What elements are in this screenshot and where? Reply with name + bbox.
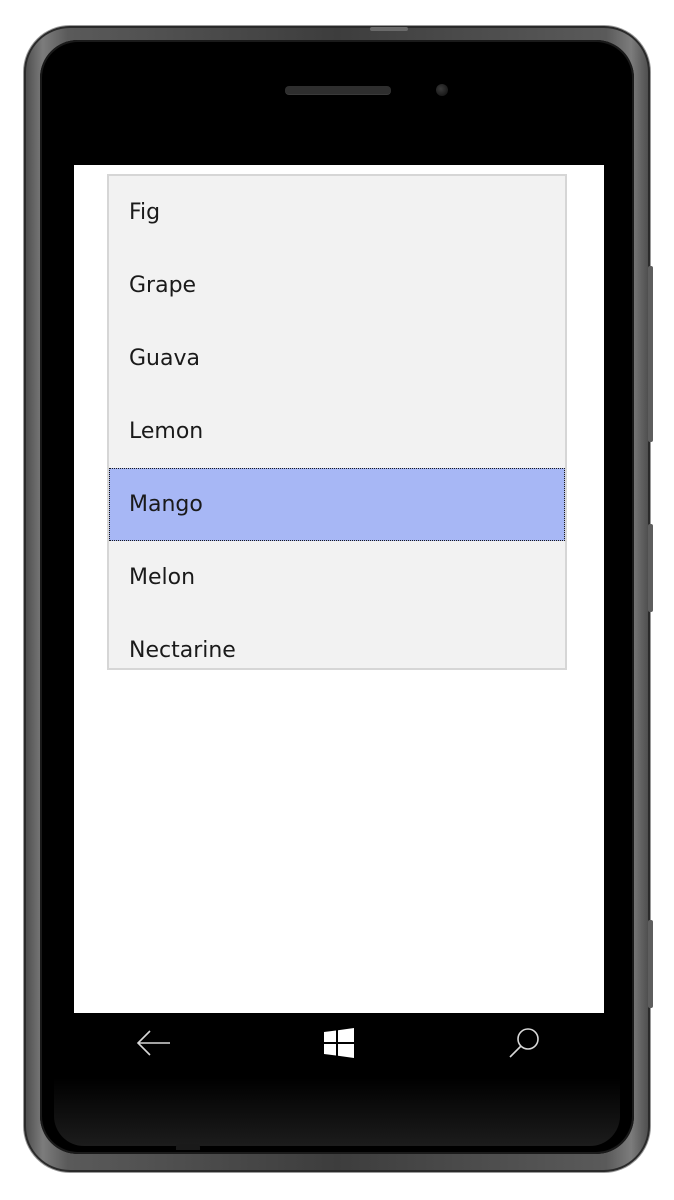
- status-bar: [74, 130, 604, 165]
- search-icon: [509, 1028, 539, 1058]
- back-button[interactable]: [104, 1013, 204, 1073]
- windows-logo-icon: [324, 1028, 354, 1058]
- volume-button: [648, 266, 653, 442]
- list-item-label: Nectarine: [129, 638, 236, 663]
- camera-button: [648, 920, 653, 1008]
- list-item[interactable]: Grape: [109, 249, 565, 322]
- list-item[interactable]: Melon: [109, 541, 565, 614]
- front-camera: [436, 84, 448, 96]
- list-item[interactable]: Nectarine: [109, 614, 565, 668]
- earpiece-speaker: [285, 86, 391, 94]
- start-button[interactable]: [289, 1013, 389, 1073]
- app-content: Fig Grape Guava Lemon Mango Melon Nectar…: [74, 165, 604, 1013]
- list-item-label: Fig: [129, 200, 161, 225]
- phone-chin: [54, 1078, 620, 1146]
- power-button: [370, 27, 408, 31]
- list-item-label: Guava: [129, 346, 200, 371]
- list-item-selected[interactable]: Mango: [109, 468, 565, 541]
- list-item-label: Mango: [129, 492, 203, 517]
- list-item[interactable]: Fig: [109, 176, 565, 249]
- side-button: [648, 524, 653, 612]
- list-item-label: Lemon: [129, 419, 204, 444]
- list-item-label: Grape: [129, 273, 197, 298]
- list-item[interactable]: Lemon: [109, 395, 565, 468]
- navigation-bar: [74, 1013, 604, 1073]
- list-item-label: Melon: [129, 565, 196, 590]
- phone-screen: Fig Grape Guava Lemon Mango Melon Nectar…: [74, 130, 604, 1073]
- search-button[interactable]: [474, 1013, 574, 1073]
- back-arrow-icon: [136, 1030, 170, 1056]
- usb-port: [176, 1144, 200, 1150]
- fruit-listbox[interactable]: Fig Grape Guava Lemon Mango Melon Nectar…: [107, 174, 567, 670]
- list-item[interactable]: Guava: [109, 322, 565, 395]
